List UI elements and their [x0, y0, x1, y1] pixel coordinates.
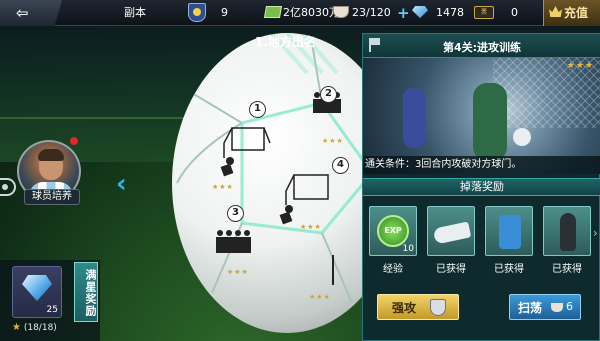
add-stamina-icon[interactable]: + — [397, 4, 410, 22]
star-progress-text: (18/18) — [23, 323, 57, 333]
crown-icon — [549, 6, 562, 17]
drop-item-boots-label: 已获得 — [436, 264, 466, 275]
shield-icon — [430, 299, 446, 316]
ticket-count: 0 — [511, 6, 518, 19]
stage-title: 1.地方出名 — [255, 35, 316, 49]
vest-icon — [499, 215, 521, 249]
stamina-count: 23/120 — [352, 6, 391, 19]
star-reward-item[interactable]: 25 — [12, 266, 62, 318]
money-amount: 2亿8030万 — [283, 6, 340, 19]
drop-item-vest-label: 已获得 — [494, 264, 524, 275]
player-training-label[interactable]: 球员培养 — [24, 189, 80, 205]
drop-item-boots[interactable] — [427, 206, 475, 256]
shinguard-icon — [560, 213, 576, 251]
stage-4-number[interactable]: 4 — [332, 157, 349, 174]
sweep-button[interactable]: 扫荡 6 — [509, 294, 581, 320]
attack-label: 强攻 — [392, 301, 417, 315]
striker-figure — [473, 83, 507, 161]
diamond-icon — [412, 6, 428, 18]
drop-item-vest[interactable] — [485, 206, 533, 256]
stage-2-number[interactable]: 2 — [320, 86, 337, 103]
exp-icon: EXP — [377, 215, 409, 247]
stage-rating-stars: ★★★ — [566, 61, 594, 71]
sweep-cost: 6 — [566, 300, 573, 313]
drop-item-exp-label: 经验 — [383, 264, 403, 275]
star-reward-tag: 满星奖励 — [74, 262, 98, 322]
drop-item-exp[interactable]: EXP 10 — [369, 206, 417, 256]
soccer-ball-icon — [513, 128, 531, 146]
diamond-reward-icon — [22, 275, 52, 301]
sweep-label: 扫荡 — [518, 301, 543, 315]
drop-rewards-header: 掉落奖励 — [363, 178, 600, 196]
stage-detail-panel: 第4关:进攻训练 ★★★ 通关条件：3回合内攻破对方球门。 掉落奖励 EXP 1… — [362, 33, 600, 341]
star-icon: ★ — [12, 322, 21, 333]
recharge-label: 充值 — [564, 6, 589, 20]
recharge-button[interactable]: 充值 — [543, 0, 600, 26]
trophy-icon — [188, 3, 206, 22]
notification-dot — [70, 137, 78, 145]
stage-4-stars: ★★★ — [300, 223, 322, 231]
trophy-count: 9 — [221, 6, 228, 19]
next-item-arrow-icon[interactable]: › — [593, 226, 598, 240]
panel-title: 第4关:进攻训练 — [442, 41, 522, 54]
prev-chapter-arrow-icon[interactable]: ‹ — [116, 171, 127, 197]
stage-1-stars: ★★★ — [212, 183, 234, 191]
attack-button[interactable]: 强攻 — [377, 294, 459, 320]
clear-condition: 通关条件：3回合内攻破对方球门。 — [363, 156, 600, 174]
diamond-count: 1478 — [436, 6, 464, 19]
stage-3-stars: ★★★ — [227, 268, 249, 276]
back-arrow-icon: ⇦ — [16, 4, 29, 22]
reward-count: 25 — [46, 305, 58, 315]
stage-3-number[interactable]: 3 — [227, 205, 244, 222]
eye-icon[interactable] — [0, 178, 16, 196]
drop-item-shinguard-label: 已获得 — [552, 264, 582, 275]
mode-title: 副本 — [124, 6, 146, 19]
back-button[interactable]: ⇦ — [0, 0, 62, 26]
top-bar: ⇦ 副本 9 2亿8030万 23/120 + 1478 票 0 充值 — [0, 0, 600, 26]
game-scene: ⇦ 副本 9 2亿8030万 23/120 + 1478 票 0 充值 1 ★★… — [0, 0, 600, 341]
boot-icon — [432, 221, 472, 245]
stage-1-number[interactable]: 1 — [249, 101, 266, 118]
stage-5-stars: ★★★ — [309, 293, 331, 301]
panel-header: 第4关:进攻训练 — [363, 34, 600, 58]
stamina-icon — [333, 6, 349, 18]
star-progress: ★ (18/18) — [12, 322, 57, 333]
defender-figure — [403, 88, 425, 148]
player-hair — [38, 149, 64, 161]
money-icon — [263, 6, 283, 18]
exp-quantity: 10 — [402, 244, 414, 254]
ticket-icon: 票 — [474, 6, 494, 19]
stamina-cost-icon — [551, 303, 563, 312]
stage-2-stars: ★★★ — [322, 137, 344, 145]
drop-item-shinguard[interactable] — [543, 206, 591, 256]
